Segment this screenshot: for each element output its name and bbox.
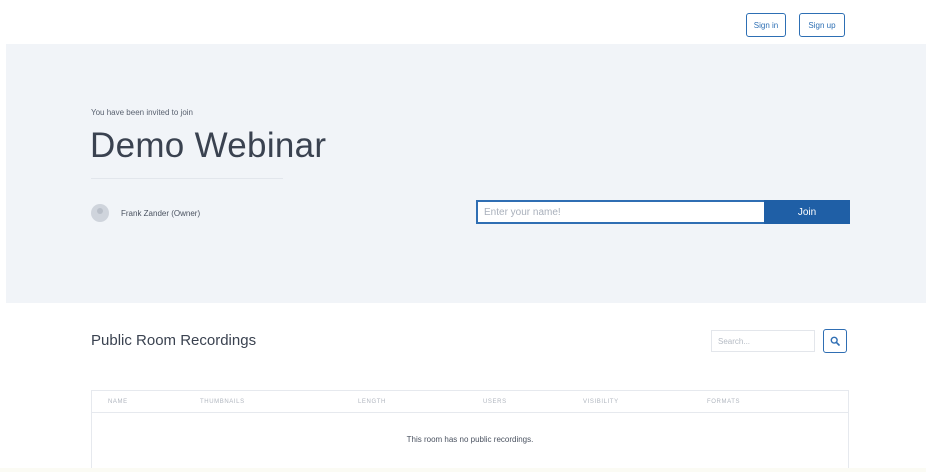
- empty-recordings-message: This room has no public recordings.: [406, 435, 534, 444]
- column-header-length[interactable]: LENGTH: [358, 399, 386, 405]
- column-header-name[interactable]: NAME: [108, 399, 128, 405]
- sign-up-button[interactable]: Sign up: [799, 13, 845, 37]
- column-header-thumbnails[interactable]: THUMBNAILS: [200, 399, 245, 405]
- search-icon: [830, 336, 840, 346]
- invite-text: You have been invited to join: [91, 108, 194, 117]
- top-bar: Sign in Sign up: [0, 0, 926, 44]
- room-page: Sign in Sign up You have been invited to…: [0, 0, 926, 472]
- avatar: [91, 204, 109, 222]
- search-input[interactable]: [711, 330, 815, 352]
- sign-in-button[interactable]: Sign in: [746, 13, 786, 37]
- join-form: Join: [476, 200, 850, 224]
- recordings-title: Public Room Recordings: [91, 332, 257, 349]
- room-hero: You have been invited to join Demo Webin…: [6, 44, 926, 303]
- search-button[interactable]: [823, 329, 847, 353]
- column-header-users[interactable]: USERS: [483, 399, 507, 405]
- join-button[interactable]: Join: [764, 200, 850, 224]
- owner-name: Frank Zander (Owner): [121, 208, 201, 218]
- room-owner: Frank Zander (Owner): [91, 204, 200, 222]
- column-header-visibility[interactable]: VISIBILITY: [583, 399, 619, 405]
- name-input[interactable]: [476, 200, 764, 224]
- recordings-table: NAME THUMBNAILS LENGTH USERS VISIBILITY …: [91, 390, 849, 469]
- title-divider: [91, 178, 283, 179]
- room-title: Demo Webinar: [90, 126, 327, 165]
- footer-strip: [0, 468, 926, 472]
- table-header: NAME THUMBNAILS LENGTH USERS VISIBILITY …: [92, 391, 848, 413]
- column-header-formats[interactable]: FORMATS: [707, 399, 740, 405]
